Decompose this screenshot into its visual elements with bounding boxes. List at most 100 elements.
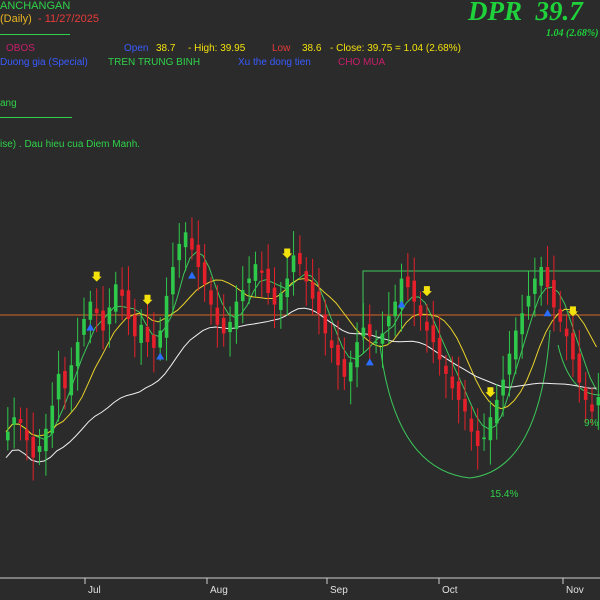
candle-body <box>336 344 340 366</box>
candle-body <box>63 371 67 389</box>
candle-body <box>266 268 270 293</box>
candle-body <box>75 342 80 367</box>
candle-body <box>221 317 226 334</box>
candle-body <box>133 315 137 337</box>
candle-body <box>101 310 105 331</box>
candle-body <box>418 305 423 317</box>
sell-signal-arrow <box>282 248 293 259</box>
candle-body <box>526 295 531 307</box>
candle-body <box>228 321 232 333</box>
candle-body <box>596 397 600 406</box>
candle-body <box>444 365 448 374</box>
candle-body <box>348 362 353 382</box>
candle-body <box>323 314 328 334</box>
candle-body <box>177 243 182 261</box>
candle-body <box>44 428 48 452</box>
candle-body <box>463 399 467 412</box>
candle-body <box>158 330 162 348</box>
x-axis-month-label: Nov <box>566 585 584 596</box>
candle-body <box>469 418 474 432</box>
buy-signal-arrow <box>156 352 165 360</box>
candle-body <box>37 446 42 452</box>
candle-body <box>583 387 588 400</box>
candle-body <box>183 232 188 248</box>
candle-body <box>56 373 61 400</box>
candle-body <box>247 278 251 284</box>
price-chart[interactable]: Jul Aug Sep Oct Nov 15.4% 9% <box>0 0 600 600</box>
candle-body <box>387 316 391 327</box>
buy-signal-arrow <box>187 271 196 279</box>
candle-body <box>494 399 499 424</box>
candle-body <box>209 290 213 305</box>
x-axis-month-label: Jul <box>88 585 101 596</box>
buy-signal-arrow <box>543 309 552 317</box>
x-axis: Jul Aug Sep Oct Nov <box>0 577 600 596</box>
candle-body <box>304 271 309 282</box>
candle-body <box>25 429 29 441</box>
candle-body <box>291 255 296 273</box>
ma-long-line <box>5 307 597 463</box>
candle-body <box>520 313 524 335</box>
candle-body <box>425 321 429 331</box>
candle-body <box>190 238 194 250</box>
candle-body <box>298 253 302 265</box>
candle-body <box>571 332 575 360</box>
candle-body <box>18 419 23 423</box>
candle-body <box>285 278 289 298</box>
candle-body <box>6 431 10 441</box>
sell-signal-arrow <box>421 286 432 297</box>
candle-body <box>317 291 321 314</box>
candle-body <box>113 284 118 312</box>
candle-body <box>215 307 220 325</box>
candle-body <box>412 280 416 302</box>
candle-body <box>240 290 245 302</box>
candle-body <box>475 430 480 447</box>
sell-signal-arrow <box>142 294 153 305</box>
candle-body <box>69 365 74 396</box>
candle-body <box>558 309 563 322</box>
candle-body <box>482 437 486 440</box>
pattern-percent-label: 9% <box>584 418 599 429</box>
candle-body <box>279 293 283 310</box>
candle-body <box>12 417 16 425</box>
candle-body <box>145 326 150 343</box>
candle-body <box>590 404 594 412</box>
pattern-box <box>362 270 600 340</box>
candle-body <box>507 353 512 375</box>
candle-body <box>260 270 264 273</box>
candle-body <box>514 330 518 360</box>
candle-body <box>196 244 201 267</box>
candle-body <box>545 267 550 288</box>
candle-body <box>437 337 442 360</box>
candle-body <box>533 278 537 294</box>
candle-body <box>501 379 505 396</box>
candle-body <box>552 280 556 308</box>
candle-body <box>50 405 55 434</box>
candle-body <box>202 262 207 285</box>
buy-signal-arrow <box>397 300 406 308</box>
candle-body <box>393 301 397 317</box>
candle-body <box>539 267 543 286</box>
candle-body <box>431 325 436 343</box>
candle-body <box>450 376 455 389</box>
candle-body <box>88 301 93 320</box>
candle-body <box>94 308 99 314</box>
candle-body <box>380 333 385 344</box>
candlesticks <box>6 217 600 481</box>
candle-body <box>253 264 258 281</box>
candle-body <box>374 342 378 344</box>
candle-body <box>82 319 86 335</box>
sell-signal-arrow <box>91 271 102 282</box>
candle-body <box>171 267 175 295</box>
candle-body <box>488 417 493 441</box>
buy-signal-arrow <box>365 358 374 366</box>
buy-signal-arrow <box>86 323 95 331</box>
x-axis-month-label: Oct <box>442 585 458 596</box>
candle-body <box>152 334 156 348</box>
candle-body <box>577 353 582 383</box>
candle-body <box>234 301 239 330</box>
x-axis-month-label: Aug <box>210 585 228 596</box>
candle-body <box>456 381 461 400</box>
candle-body <box>107 307 112 325</box>
candle-body <box>31 436 35 458</box>
